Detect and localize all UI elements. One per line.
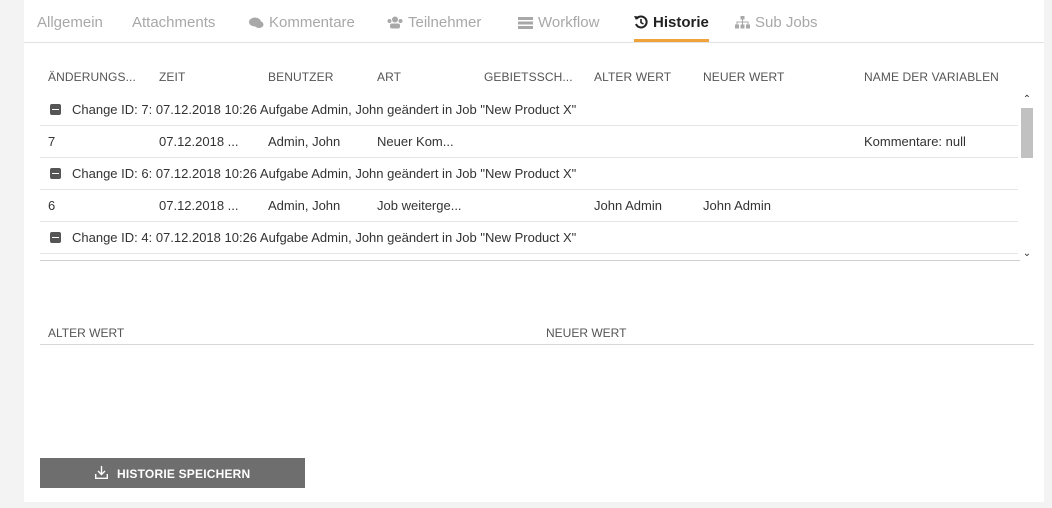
scroll-down-icon[interactable]: ⌄ [1020, 248, 1034, 260]
job-detail-panel: Allgemein Attachments Kommentare Teilneh… [24, 0, 1044, 502]
grid-body: Change ID: 7: 07.12.2018 10:26 Aufgabe A… [40, 94, 1020, 261]
header-zeit[interactable]: ZEIT [159, 70, 185, 84]
cell-aenderungs-id: 7 [48, 134, 56, 149]
header-benutzer[interactable]: BENUTZER [268, 70, 333, 84]
cell-benutzer: Admin, John [268, 134, 341, 149]
grid-header: ÄNDERUNGS... ZEIT BENUTZER ART GEBIETSSC… [40, 60, 1020, 94]
save-history-label: HISTORIE SPEICHERN [117, 467, 251, 481]
tab-label: Kommentare [269, 14, 355, 31]
tab-kommentare[interactable]: Kommentare [249, 14, 355, 42]
scroll-up-icon[interactable]: ⌃ [1020, 94, 1034, 106]
cell-benutzer: Admin, John [268, 198, 341, 213]
tab-label: Teilnehmer [408, 14, 482, 31]
cell-alter-wert: John Admin [594, 198, 662, 213]
tab-historie[interactable]: Historie [634, 14, 709, 42]
collapse-icon[interactable] [50, 168, 61, 179]
header-neuer-wert[interactable]: NEUER WERT [703, 70, 784, 84]
sitemap-icon [735, 15, 750, 30]
tab-label: Workflow [538, 14, 600, 31]
cell-aenderungs-id: 6 [48, 198, 56, 213]
header-aenderungs-id[interactable]: ÄNDERUNGS... [48, 70, 136, 84]
cell-neuer-wert: John Admin [703, 198, 771, 213]
new-value-label: NEUER WERT [546, 326, 627, 340]
grid-scrollbar[interactable]: ⌃ ⌄ [1020, 94, 1034, 260]
header-gebietsschema[interactable]: GEBIETSSCH... [484, 70, 573, 84]
tab-bar: Allgemein Attachments Kommentare Teilneh… [24, 0, 1044, 43]
cell-name-der-variablen: Kommentare: null [864, 134, 966, 149]
scrollbar-thumb[interactable] [1021, 108, 1033, 158]
group-row-text: Change ID: 7: 07.12.2018 10:26 Aufgabe A… [72, 102, 577, 117]
group-row-text: Change ID: 6: 07.12.2018 10:26 Aufgabe A… [72, 166, 577, 181]
header-name-der-variablen[interactable]: NAME DER VARIABLEN [864, 70, 999, 84]
history-icon [634, 15, 648, 30]
header-art[interactable]: ART [377, 70, 401, 84]
group-row[interactable]: Change ID: 4: 07.12.2018 10:26 Aufgabe A… [40, 222, 1018, 254]
collapse-icon[interactable] [50, 104, 61, 115]
comments-icon [249, 15, 264, 30]
list-icon [518, 15, 533, 30]
value-detail-header: ALTER WERT NEUER WERT [40, 316, 1034, 345]
old-value-label: ALTER WERT [48, 326, 125, 340]
cell-zeit: 07.12.2018 ... [159, 198, 239, 213]
cell-art: Neuer Kom... [377, 134, 454, 149]
tab-teilnehmer[interactable]: Teilnehmer [387, 14, 481, 42]
tab-sub-jobs[interactable]: Sub Jobs [735, 14, 818, 42]
collapse-icon[interactable] [50, 232, 61, 243]
cell-zeit: 07.12.2018 ... [159, 134, 239, 149]
group-row[interactable]: Change ID: 6: 07.12.2018 10:26 Aufgabe A… [40, 158, 1018, 190]
table-row[interactable]: 6 07.12.2018 ... Admin, John Job weiterg… [40, 190, 1018, 222]
users-icon [387, 15, 403, 30]
tab-workflow[interactable]: Workflow [518, 14, 599, 42]
download-icon [95, 466, 108, 482]
table-row[interactable]: 7 07.12.2018 ... Admin, John Neuer Kom..… [40, 126, 1018, 158]
tab-label: Historie [653, 14, 709, 31]
tab-label: Allgemein [37, 14, 103, 31]
tab-label: Sub Jobs [755, 14, 818, 31]
header-alter-wert[interactable]: ALTER WERT [594, 70, 671, 84]
group-row-text: Change ID: 4: 07.12.2018 10:26 Aufgabe A… [72, 230, 577, 245]
cell-art: Job weiterge... [377, 198, 462, 213]
group-row[interactable]: Change ID: 7: 07.12.2018 10:26 Aufgabe A… [40, 94, 1018, 126]
tab-label: Attachments [132, 14, 216, 31]
tab-attachments[interactable]: Attachments [132, 14, 215, 42]
tab-allgemein[interactable]: Allgemein [37, 14, 103, 42]
save-history-button[interactable]: HISTORIE SPEICHERN [40, 458, 305, 488]
